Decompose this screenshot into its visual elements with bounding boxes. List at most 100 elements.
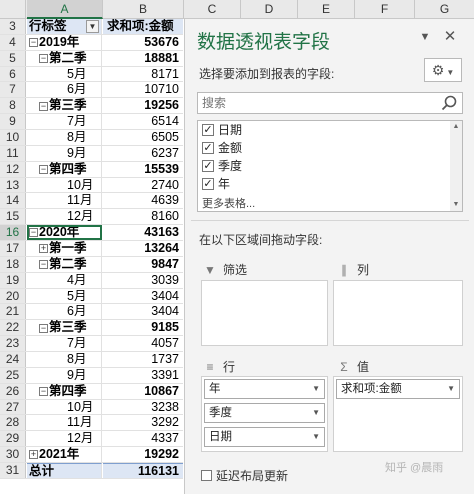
field-search-input[interactable] — [198, 93, 428, 113]
cell-row-label[interactable]: 5月 — [27, 66, 102, 82]
column-header-c[interactable]: C — [184, 0, 241, 19]
cell-amount[interactable]: 6514 — [103, 114, 183, 129]
select-all-corner[interactable] — [0, 0, 26, 19]
cell-row-label[interactable]: 7月 — [27, 114, 102, 130]
row-number[interactable]: 17 — [0, 241, 26, 256]
cell-amount[interactable]: 8171 — [103, 67, 183, 82]
cell-amount[interactable]: 18881 — [103, 51, 183, 66]
cell-row-label[interactable]: +2021年 — [27, 447, 102, 463]
cell-amount[interactable]: 4639 — [103, 193, 183, 208]
cell-row-label[interactable]: 8月 — [27, 352, 102, 367]
cell-amount[interactable]: 116131 — [103, 463, 183, 478]
row-number[interactable]: 24 — [0, 352, 26, 367]
values-drop-area[interactable]: 求和项:金额 ▼ — [333, 376, 463, 452]
field-item[interactable]: ✓ 年 — [198, 175, 462, 193]
field-item[interactable]: ✓ 日期 — [198, 121, 462, 139]
column-header-g[interactable]: G — [415, 0, 474, 19]
row-number[interactable]: 27 — [0, 399, 26, 415]
row-number[interactable]: 8 — [0, 98, 26, 114]
row-number[interactable]: 14 — [0, 193, 26, 209]
defer-checkbox[interactable] — [201, 470, 212, 482]
cell-amount[interactable]: 3292 — [103, 415, 183, 430]
cell-amount[interactable]: 9185 — [103, 320, 183, 335]
row-number[interactable]: 12 — [0, 161, 26, 177]
cell-row-label[interactable]: 6月 — [27, 304, 102, 320]
scroll-down-icon[interactable]: ▼ — [450, 199, 462, 211]
cell-amount[interactable]: 3238 — [103, 400, 183, 415]
row-number[interactable]: 13 — [0, 177, 26, 193]
cell-row-label[interactable]: 总计 — [27, 463, 102, 478]
field-checkbox[interactable]: ✓ — [202, 177, 214, 190]
row-number[interactable]: 26 — [0, 383, 26, 399]
field-search-box[interactable] — [197, 92, 463, 114]
cell-row-label[interactable]: − 第四季 — [27, 161, 102, 177]
column-header-d[interactable]: D — [241, 0, 298, 19]
pane-options-chevron-icon[interactable]: ▼ — [417, 29, 433, 45]
cell-amount[interactable]: 3404 — [103, 289, 183, 304]
cell-row-label[interactable]: −2019年 — [27, 34, 102, 50]
cell-amount[interactable]: 8160 — [103, 209, 183, 224]
cell-amount[interactable]: 19292 — [103, 447, 183, 462]
row-number[interactable]: 9 — [0, 114, 26, 130]
cell-row-label[interactable]: 行标签 ▼ — [27, 19, 102, 34]
cell-amount[interactable]: 3391 — [103, 368, 183, 383]
cell-row-label[interactable]: 11月 — [27, 193, 102, 209]
row-number[interactable]: 23 — [0, 336, 26, 352]
cell-amount[interactable]: 4337 — [103, 431, 183, 446]
cell-row-label[interactable]: + 第一季 — [27, 241, 102, 256]
close-icon[interactable]: ✕ — [441, 28, 459, 46]
row-number[interactable]: 3 — [0, 19, 26, 34]
row-number[interactable]: 30 — [0, 447, 26, 463]
collapse-icon[interactable]: − — [39, 53, 48, 63]
cell-amount[interactable]: 10710 — [103, 82, 183, 97]
row-number[interactable]: 19 — [0, 272, 26, 288]
cell-amount[interactable]: 3039 — [103, 273, 183, 288]
cell-row-label[interactable]: 9月 — [27, 145, 102, 161]
cell-row-label[interactable]: 10月 — [27, 177, 102, 193]
filter-dropdown-icon[interactable]: ▼ — [86, 20, 99, 33]
cell-row-label[interactable]: 12月 — [27, 431, 102, 447]
cell-row-label[interactable]: −2020年 — [27, 225, 102, 241]
collapse-icon[interactable]: − — [39, 101, 48, 111]
row-number[interactable]: 16 — [0, 225, 26, 241]
cell-amount[interactable]: 求和项:金额 — [103, 19, 183, 34]
row-field-chip-date[interactable]: 日期 ▼ — [204, 427, 325, 447]
cell-row-label[interactable]: 10月 — [27, 399, 102, 415]
cell-row-label[interactable]: 4月 — [27, 272, 102, 288]
column-header-e[interactable]: E — [298, 0, 355, 19]
pane-splitter[interactable] — [191, 220, 469, 221]
cell-amount[interactable]: 13264 — [103, 241, 183, 256]
row-number[interactable]: 25 — [0, 367, 26, 383]
expand-icon[interactable]: + — [29, 450, 38, 460]
expand-icon[interactable]: + — [39, 244, 48, 254]
cell-row-label[interactable]: 7月 — [27, 336, 102, 352]
cell-amount[interactable]: 53676 — [103, 35, 183, 50]
row-number[interactable]: 15 — [0, 209, 26, 225]
cell-row-label[interactable]: − 第二季 — [27, 50, 102, 66]
field-checkbox[interactable]: ✓ — [202, 123, 214, 136]
row-number[interactable]: 18 — [0, 256, 26, 272]
search-icon[interactable] — [440, 94, 458, 112]
collapse-icon[interactable]: − — [39, 260, 48, 270]
field-item[interactable]: ✓ 金额 — [198, 139, 462, 157]
row-number[interactable]: 10 — [0, 130, 26, 145]
row-number[interactable]: 5 — [0, 50, 26, 66]
row-number[interactable]: 20 — [0, 288, 26, 304]
cell-row-label[interactable]: − 第三季 — [27, 98, 102, 114]
row-number[interactable]: 21 — [0, 304, 26, 320]
defer-layout-update[interactable]: 延迟布局更新 — [201, 467, 288, 484]
cell-row-label[interactable]: − 第三季 — [27, 320, 102, 336]
row-field-chip-quarter[interactable]: 季度 ▼ — [204, 403, 325, 423]
row-number[interactable]: 6 — [0, 66, 26, 82]
row-number[interactable]: 4 — [0, 34, 26, 50]
more-tables-link[interactable]: 更多表格... — [202, 195, 255, 211]
columns-drop-area[interactable] — [333, 280, 463, 346]
column-header-b[interactable]: B — [103, 0, 184, 19]
cell-amount[interactable]: 3404 — [103, 304, 183, 319]
cell-amount[interactable]: 6237 — [103, 146, 183, 161]
field-checkbox[interactable]: ✓ — [202, 141, 214, 154]
row-field-chip-year[interactable]: 年 ▼ — [204, 379, 325, 399]
cell-row-label[interactable]: 5月 — [27, 288, 102, 304]
collapse-icon[interactable]: − — [29, 228, 38, 238]
value-field-chip-sum-amount[interactable]: 求和项:金额 ▼ — [336, 379, 460, 399]
